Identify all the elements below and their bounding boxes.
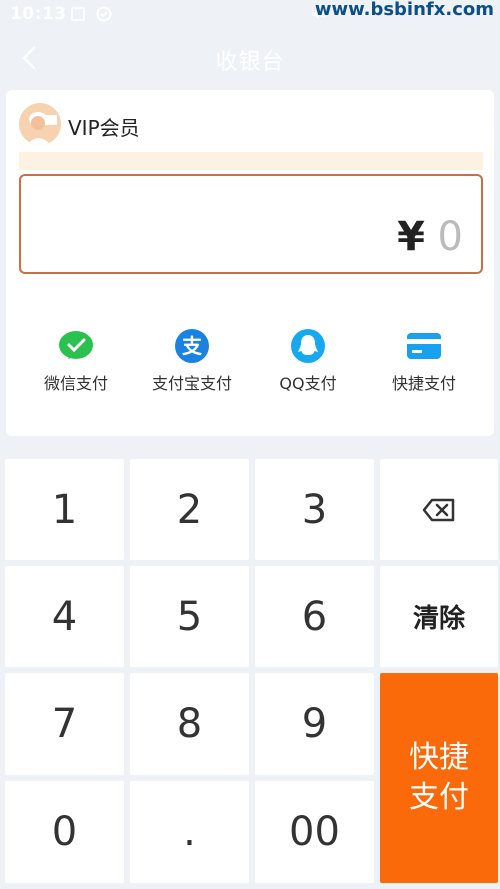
payment-option-alipay[interactable]: 支 支付宝支付 — [132, 328, 252, 394]
wechat-pay-icon — [59, 331, 93, 359]
backspace-button[interactable] — [380, 459, 498, 560]
notice-bar — [19, 152, 483, 170]
payment-label: 支付宝支付 — [151, 374, 232, 393]
key-6[interactable]: 6 — [255, 566, 374, 667]
quick-pay-button[interactable]: 快捷 支付 — [380, 673, 498, 883]
payment-option-qq[interactable]: QQ支付 — [248, 328, 368, 394]
payment-card: VIP会员 ¥ 0 微信支付 支 支付宝支付 QQ支付 快捷支付 — [6, 90, 494, 436]
key-2[interactable]: 2 — [130, 459, 249, 560]
member-avatar-icon — [19, 103, 61, 145]
amount-input[interactable]: ¥ 0 — [19, 174, 483, 274]
amount-value: 0 — [437, 214, 463, 260]
watermark-text: www.bsbinfx.com — [314, 0, 494, 20]
currency-symbol: ¥ — [397, 214, 425, 260]
payment-label: 快捷支付 — [391, 374, 456, 393]
payment-option-wechat[interactable]: 微信支付 — [16, 328, 136, 394]
key-decimal[interactable]: . — [130, 781, 249, 883]
payment-option-quick[interactable]: 快捷支付 — [364, 328, 484, 394]
key-8[interactable]: 8 — [130, 673, 249, 775]
quick-pay-label-line1: 快捷 — [409, 740, 469, 775]
key-1[interactable]: 1 — [5, 459, 124, 560]
key-9[interactable]: 9 — [255, 673, 374, 775]
card-pay-icon — [407, 333, 441, 359]
nav-bar: 收银台 — [0, 30, 500, 86]
member-label: VIP会员 — [68, 116, 140, 140]
key-4[interactable]: 4 — [5, 566, 124, 667]
key-double-zero[interactable]: 00 — [255, 781, 374, 883]
avatar — [19, 103, 61, 145]
clear-button[interactable]: 清除 — [380, 566, 498, 667]
status-time: 10:13 — [10, 4, 67, 24]
payment-label: QQ支付 — [279, 374, 337, 393]
notification-square-icon — [71, 7, 85, 21]
quick-pay-label-line2: 支付 — [409, 780, 469, 815]
backspace-icon — [422, 498, 455, 521]
status-bar: 10:13 www.bsbinfx.com — [0, 0, 500, 30]
key-5[interactable]: 5 — [130, 566, 249, 667]
key-7[interactable]: 7 — [5, 673, 124, 775]
alipay-icon: 支 — [175, 329, 209, 363]
key-0[interactable]: 0 — [5, 781, 124, 883]
payment-label: 微信支付 — [43, 374, 108, 393]
page-title: 收银台 — [215, 50, 285, 75]
check-circle-icon — [96, 6, 112, 22]
key-3[interactable]: 3 — [255, 459, 374, 560]
svg-text:支: 支 — [182, 334, 203, 358]
qq-pay-icon — [291, 329, 325, 363]
